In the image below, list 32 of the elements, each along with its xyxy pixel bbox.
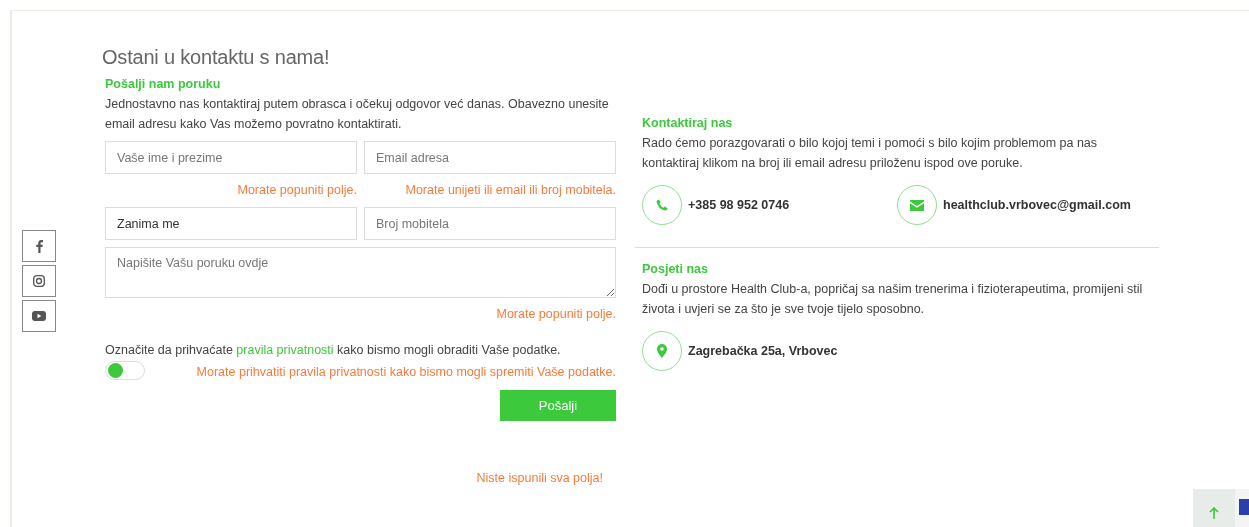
recaptcha-badge — [1235, 489, 1249, 527]
text-field[interactable]: Broj mobitela — [364, 207, 616, 240]
address-text: Zagrebačka 25a, Vrbovec — [688, 344, 838, 358]
consent-text: Označite da prihvaćate pravila privatnosti kako bismo mogli obraditi Vaše podatke. — [105, 342, 562, 359]
interest-dropdown[interactable]: Zanima me — [105, 207, 357, 240]
facebook-icon — [35, 239, 43, 253]
section-text: Rado ćemo porazgovarati o bilo kojoj temi i pomoći s bilo kojim problemom pa nas kontaktiraj klikom na broj ili email adresu priloženu ispod ove poruke. — [642, 135, 1099, 172]
contact-link[interactable]: +385 98 952 0746 — [688, 198, 790, 212]
social-link[interactable] — [22, 265, 56, 297]
text-field[interactable]: Email adresa — [364, 141, 616, 174]
youtube-icon — [32, 311, 46, 321]
section-text: Dođi u prostore Health Club-a, popričaj sa našim trenerima i fizioterapeutima, promijeni stil života i uvjeri se za što je sve tvoje tijelo sposobno. — [642, 281, 1144, 318]
form-error-message: Niste ispunili sva polja! — [475, 471, 603, 485]
social-link[interactable] — [22, 300, 56, 332]
error-message: Morate popuniti polje. — [496, 306, 616, 322]
envelope-icon — [910, 199, 924, 211]
instagram-icon — [33, 275, 45, 287]
error-message: Morate popuniti polje. — [237, 182, 357, 198]
message-field[interactable]: Napišite Vašu poruku ovdje — [105, 247, 616, 298]
map-pin-icon — [657, 344, 667, 358]
arrow-up-icon — [1209, 507, 1219, 519]
social-link[interactable] — [22, 230, 56, 262]
form-heading: Pošalji nam poruku — [105, 77, 222, 91]
section-heading: Posjeti nas — [642, 262, 709, 276]
error-message: Morate prihvatiti pravila privatnosti kako bismo mogli spremiti Vaše podatke. — [196, 364, 616, 380]
section-heading: Kontaktiraj nas — [642, 116, 734, 130]
contact-link[interactable]: healthclub.vrbovec@gmail.com — [943, 198, 1131, 212]
error-message: Morate unijeti ili email ili broj mobitela. — [405, 182, 616, 198]
phone-icon — [655, 198, 669, 212]
text-field[interactable]: Vaše ime i prezime — [105, 141, 357, 174]
form-intro: Jednostavno nas kontaktiraj putem obrasca i očekuj odgovor već danas. Obavezno unesite email adresu kako Vas možemo povratno kontaktirati. — [105, 96, 610, 133]
page-title: Ostani u kontaktu s nama! — [102, 46, 331, 69]
